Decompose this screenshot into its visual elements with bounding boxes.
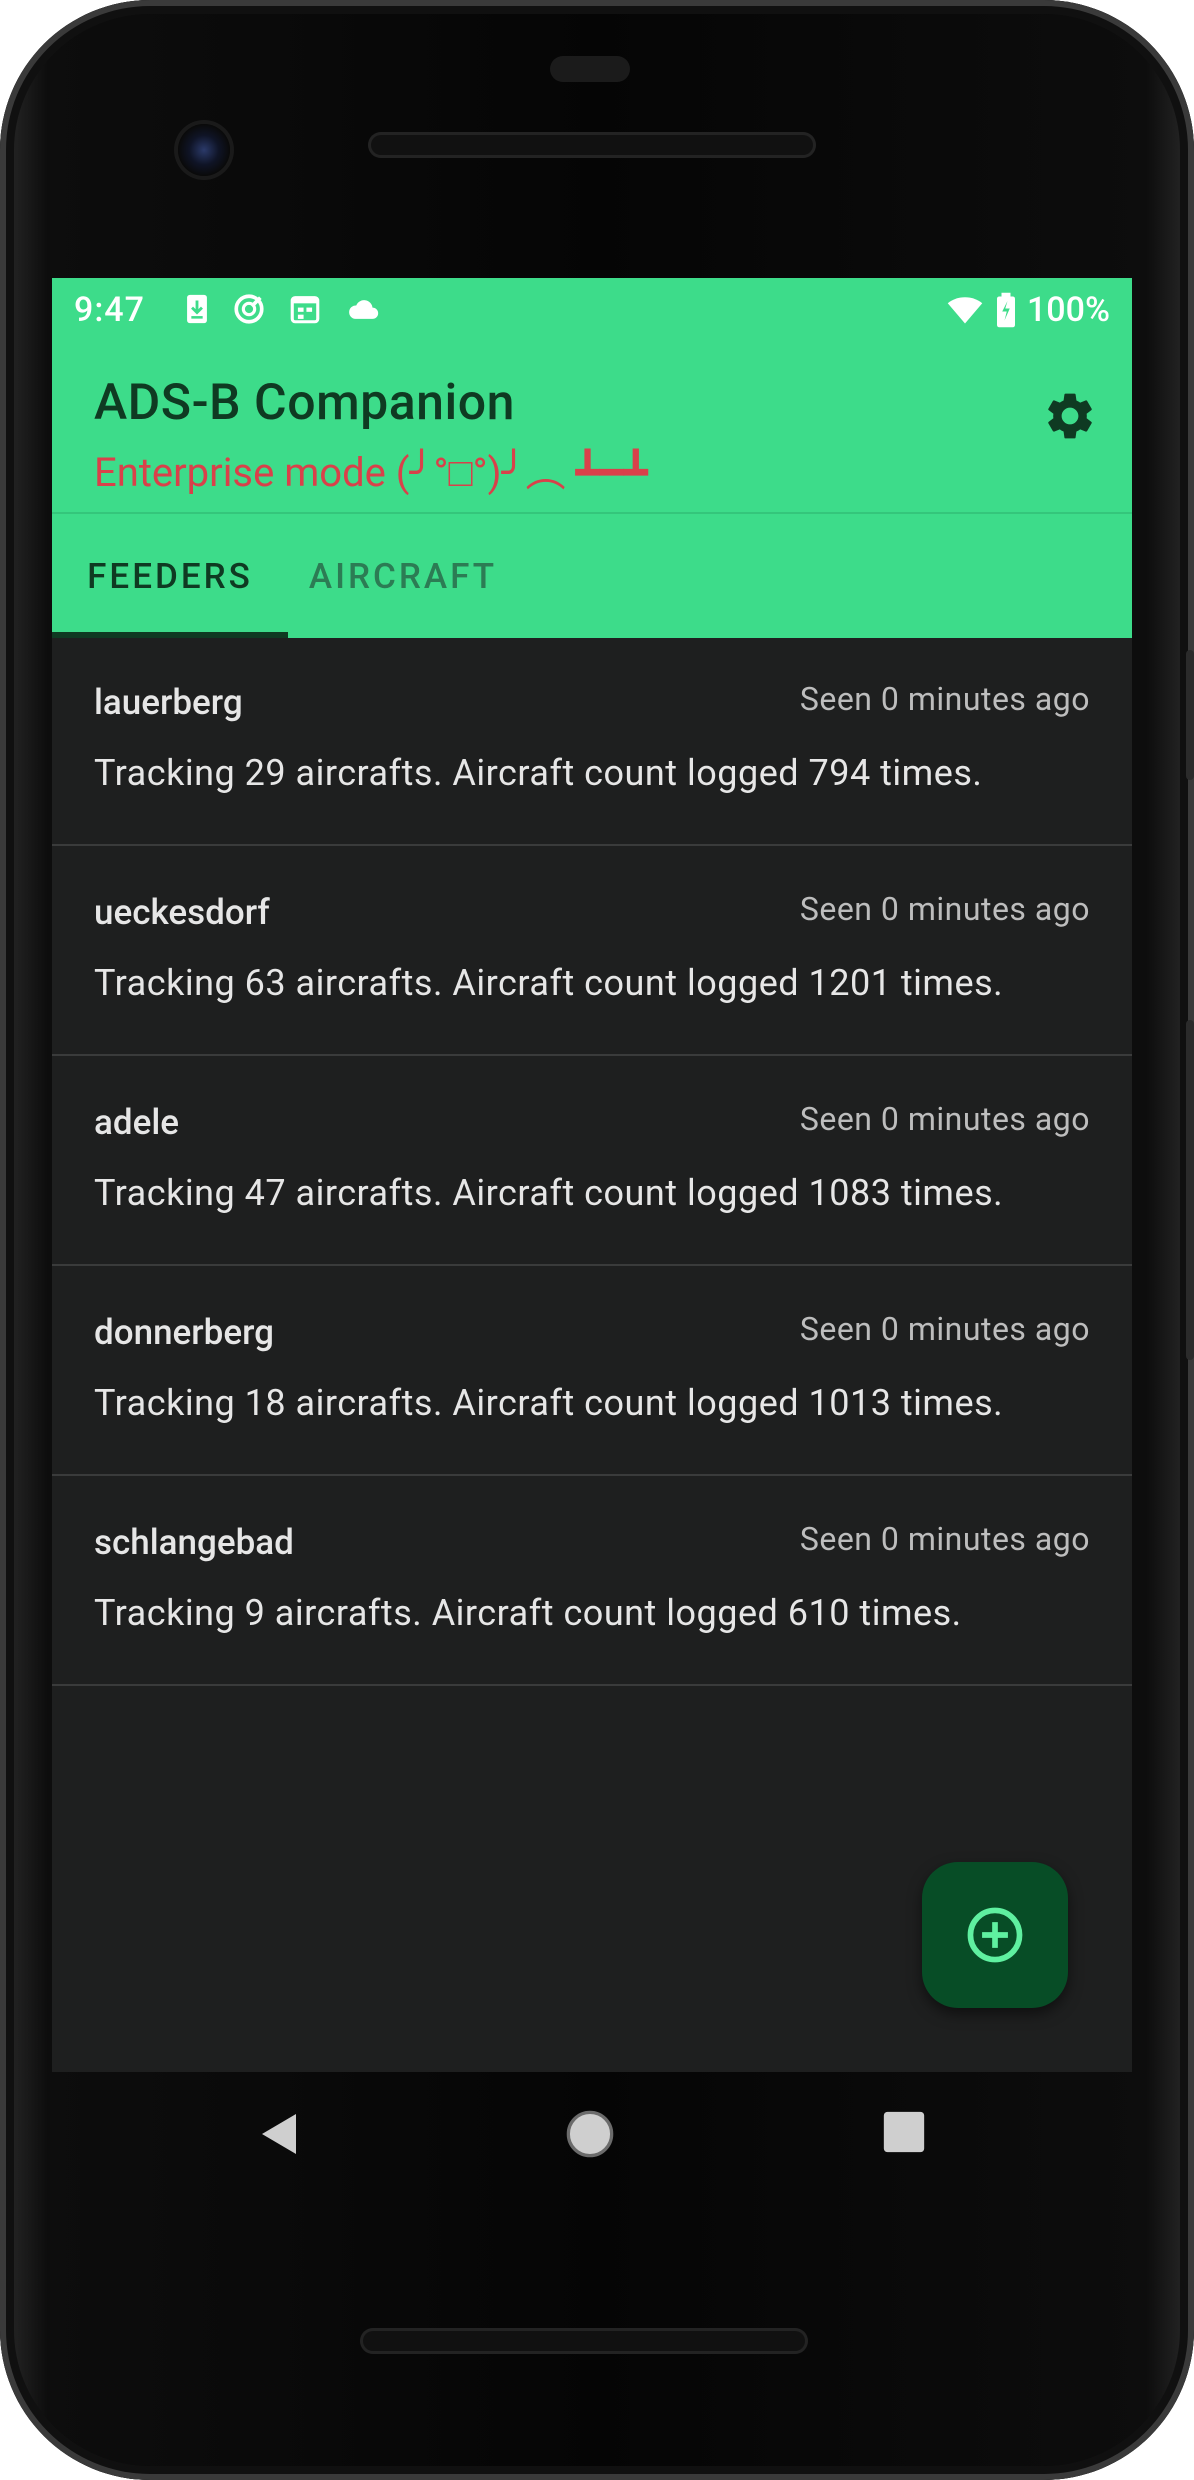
feeder-name: adele <box>94 1102 180 1143</box>
back-icon[interactable] <box>256 2110 300 2158</box>
app-title: ADS-B Companion <box>94 374 515 432</box>
feeder-seen: Seen 0 minutes ago <box>799 1310 1090 1348</box>
app-subtitle: Enterprise mode (╯°□°)╯︵ ┻━┻ <box>94 449 648 496</box>
list-item[interactable]: lauerberg Seen 0 minutes ago Tracking 29… <box>52 636 1132 846</box>
status-bar: 9:47 100% <box>52 278 1132 344</box>
feeder-list: lauerberg Seen 0 minutes ago Tracking 29… <box>52 636 1132 1686</box>
nav-bar <box>52 2072 1132 2202</box>
wifi-icon <box>947 297 983 324</box>
feeder-detail: Tracking 9 aircrafts. Aircraft count log… <box>94 1592 962 1634</box>
feeder-name: lauerberg <box>94 682 243 723</box>
battery-level: 100% <box>1026 290 1110 330</box>
front-camera <box>178 124 230 176</box>
earpiece-speaker <box>368 132 816 158</box>
feeder-name: ueckesdorf <box>94 892 270 933</box>
battery-icon <box>996 292 1015 328</box>
feeder-seen: Seen 0 minutes ago <box>799 1520 1090 1558</box>
tab-bar: FEEDERS AIRCRAFT <box>52 512 1132 638</box>
feeder-seen: Seen 0 minutes ago <box>799 680 1090 718</box>
recents-icon[interactable] <box>882 2110 926 2154</box>
status-time: 9:47 <box>74 290 145 330</box>
list-item[interactable]: adele Seen 0 minutes ago Tracking 47 air… <box>52 1056 1132 1266</box>
calendar-icon <box>290 296 320 324</box>
sensor-slot <box>550 56 630 82</box>
list-item[interactable]: ueckesdorf Seen 0 minutes ago Tracking 6… <box>52 846 1132 1056</box>
list-item[interactable]: schlangebad Seen 0 minutes ago Tracking … <box>52 1476 1132 1686</box>
volume-button <box>1186 1020 1194 1360</box>
status-right: 100% <box>945 290 1110 330</box>
list-item[interactable]: donnerberg Seen 0 minutes ago Tracking 1… <box>52 1266 1132 1476</box>
feeder-seen: Seen 0 minutes ago <box>799 890 1090 928</box>
bottom-speaker <box>360 2328 808 2354</box>
feeder-detail: Tracking 29 aircrafts. Aircraft count lo… <box>94 752 983 794</box>
screen: 9:47 100% ADS-B Companion Enterprise mod… <box>52 278 1132 2072</box>
home-icon[interactable] <box>564 2108 616 2160</box>
add-circle-icon <box>967 1907 1023 1963</box>
add-feeder-button[interactable] <box>922 1862 1068 2008</box>
sync-icon <box>234 294 264 324</box>
feeder-seen: Seen 0 minutes ago <box>799 1100 1090 1138</box>
power-button <box>1186 650 1194 780</box>
cloud-icon <box>349 300 379 319</box>
feeder-detail: Tracking 63 aircrafts. Aircraft count lo… <box>94 962 1004 1004</box>
settings-button[interactable] <box>1038 384 1102 448</box>
tab-feeders[interactable]: FEEDERS <box>52 514 288 638</box>
feeder-name: schlangebad <box>94 1522 294 1563</box>
tab-aircraft[interactable]: AIRCRAFT <box>288 514 518 638</box>
phone-frame: 9:47 100% ADS-B Companion Enterprise mod… <box>0 0 1194 2480</box>
app-bar: ADS-B Companion Enterprise mode (╯°□°)╯︵… <box>52 344 1132 512</box>
feeder-detail: Tracking 18 aircrafts. Aircraft count lo… <box>94 1382 1004 1424</box>
download-icon <box>187 294 207 324</box>
feeder-detail: Tracking 47 aircrafts. Aircraft count lo… <box>94 1172 1004 1214</box>
feeder-name: donnerberg <box>94 1312 274 1353</box>
gear-icon <box>1048 393 1092 439</box>
